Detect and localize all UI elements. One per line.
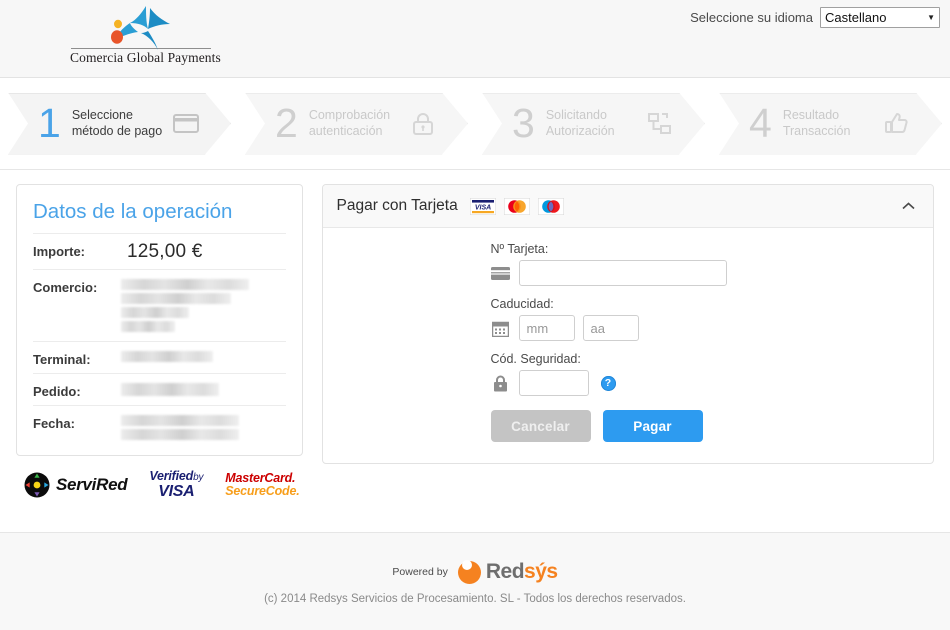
calendar-icon — [491, 320, 511, 337]
row-label: Fecha: — [33, 413, 121, 431]
step-1-select-payment-method: 1 Seleccione método de pago — [8, 93, 231, 155]
mastercard-securecode-logo: MasterCard. SecureCode. — [225, 472, 299, 498]
chevron-down-icon: ▼ — [927, 13, 937, 22]
expiry-label: Caducidad: — [491, 297, 934, 311]
servired-logo: ServiRed — [24, 472, 127, 498]
vbv-line1: Verifiedby — [149, 470, 203, 483]
row-label: Comercio: — [33, 277, 121, 295]
step-label-line2: autenticación — [309, 124, 408, 140]
pay-with-card-panel: Pagar con Tarjeta VISA — [322, 184, 935, 464]
redacted-value-pedido — [121, 381, 219, 399]
page-header: Comercia Global Payments Seleccione su i… — [0, 0, 950, 78]
msc-line2: SecureCode. — [225, 485, 299, 498]
row-label: Terminal: — [33, 349, 121, 367]
step-label-line2: método de pago — [72, 124, 171, 140]
lock-icon — [491, 375, 511, 392]
servired-mark-icon — [24, 472, 50, 498]
credit-card-icon — [171, 114, 201, 133]
main-content: Datos de la operación Importe: 125,00 € … — [0, 170, 950, 522]
card-number-label: Nº Tarjeta: — [491, 242, 934, 256]
maestro-logo — [538, 198, 564, 215]
step-label: Comprobación autenticación — [309, 108, 408, 139]
chevron-up-icon[interactable] — [897, 195, 919, 217]
cvv-label: Cód. Seguridad: — [491, 352, 934, 366]
redsys-wordmark: Redsýs — [486, 560, 558, 584]
step-label-line2: Transacción — [783, 124, 882, 140]
pay-panel-header[interactable]: Pagar con Tarjeta VISA — [323, 185, 934, 228]
servired-wordmark: ServiRed — [56, 475, 127, 495]
step-4-transaction-result: 4 Resultado Transacción — [719, 93, 942, 155]
mastercard-logo — [504, 198, 530, 215]
operation-row-fecha: Fecha: — [33, 405, 286, 449]
progress-steps: 1 Seleccione método de pago 2 Comprobaci… — [0, 78, 950, 170]
step-2-authentication-check: 2 Comprobación autenticación — [245, 93, 468, 155]
redsys-logo: Redsýs — [456, 558, 558, 585]
step-label-line2: Autorización — [546, 124, 645, 140]
credit-card-icon — [491, 267, 511, 280]
verified-by-visa-logo: Verifiedby VISA — [149, 470, 203, 500]
language-selector-group: Seleccione su idioma Castellano ▼ — [690, 7, 940, 28]
expiry-year-input[interactable] — [583, 315, 639, 341]
redacted-value-fecha — [121, 413, 239, 443]
accepted-card-brands: VISA — [470, 198, 897, 215]
row-label: Pedido: — [33, 381, 121, 399]
lock-icon — [408, 112, 438, 136]
pay-panel-title: Pagar con Tarjeta — [337, 197, 458, 215]
step-label-line1: Seleccione — [72, 108, 171, 124]
comercia-global-payments-logo: Comercia Global Payments — [70, 4, 212, 74]
cvv-row: ? — [491, 370, 934, 396]
card-number-input[interactable] — [519, 260, 727, 286]
trust-logos: ServiRed Verifiedby VISA MasterCard. Sec… — [16, 456, 306, 500]
cvv-help-icon[interactable]: ? — [601, 376, 616, 391]
step-label-line1: Resultado — [783, 108, 882, 124]
visa-logo: VISA — [470, 198, 496, 215]
page-footer: Powered by Redsýs (c) 2014 Redsys Servic… — [0, 532, 950, 630]
brand-name: Comercia Global Payments — [70, 50, 212, 66]
powered-by-label: Powered by — [392, 566, 447, 578]
operation-details-card: Datos de la operación Importe: 125,00 € … — [16, 184, 303, 456]
amount-value: 125,00 € — [121, 241, 203, 263]
step-label: Resultado Transacción — [783, 108, 882, 139]
language-selected-value: Castellano — [825, 10, 886, 25]
vbv-line2: VISA — [149, 484, 203, 500]
step-number: 1 — [38, 103, 61, 144]
form-actions: Cancelar Pagar — [491, 410, 934, 442]
operation-row-pedido: Pedido: — [33, 373, 286, 405]
operation-row-comercio: Comercio: — [33, 269, 286, 341]
step-label: Seleccione método de pago — [72, 108, 171, 139]
row-label: Importe: — [33, 241, 121, 259]
operation-details-title: Datos de la operación — [33, 200, 286, 224]
redsys-mark-icon — [456, 558, 483, 585]
language-label: Seleccione su idioma — [690, 10, 813, 25]
redacted-value-comercio — [121, 277, 249, 335]
step-number: 2 — [275, 103, 298, 144]
copyright-text: (c) 2014 Redsys Servicios de Procesamien… — [264, 593, 686, 605]
cancel-button[interactable]: Cancelar — [491, 410, 591, 442]
step-3-requesting-authorization: 3 Solicitando Autorización — [482, 93, 705, 155]
step-label: Solicitando Autorización — [546, 108, 645, 139]
card-number-row — [491, 260, 934, 286]
expiry-month-input[interactable] — [519, 315, 575, 341]
expiry-row — [491, 315, 934, 341]
card-payment-form: Nº Tarjeta: Caducidad: Cód. Seguridad: — [323, 228, 934, 442]
pay-button[interactable]: Pagar — [603, 410, 703, 442]
thumbs-up-icon — [882, 111, 912, 136]
svg-text:VISA: VISA — [475, 204, 491, 211]
operation-row-terminal: Terminal: — [33, 341, 286, 373]
step-number: 3 — [512, 103, 535, 144]
cvv-input[interactable] — [519, 370, 589, 396]
step-number: 4 — [749, 103, 772, 144]
operation-row-importe: Importe: 125,00 € — [33, 233, 286, 269]
language-select[interactable]: Castellano ▼ — [820, 7, 940, 28]
step-label-line1: Solicitando — [546, 108, 645, 124]
step-label-line1: Comprobación — [309, 108, 408, 124]
network-nodes-icon — [645, 112, 675, 136]
powered-by-group: Powered by Redsýs — [392, 558, 557, 585]
redacted-value-terminal — [121, 349, 213, 365]
left-column: Datos de la operación Importe: 125,00 € … — [16, 184, 306, 522]
caixa-star-icon — [70, 4, 212, 48]
